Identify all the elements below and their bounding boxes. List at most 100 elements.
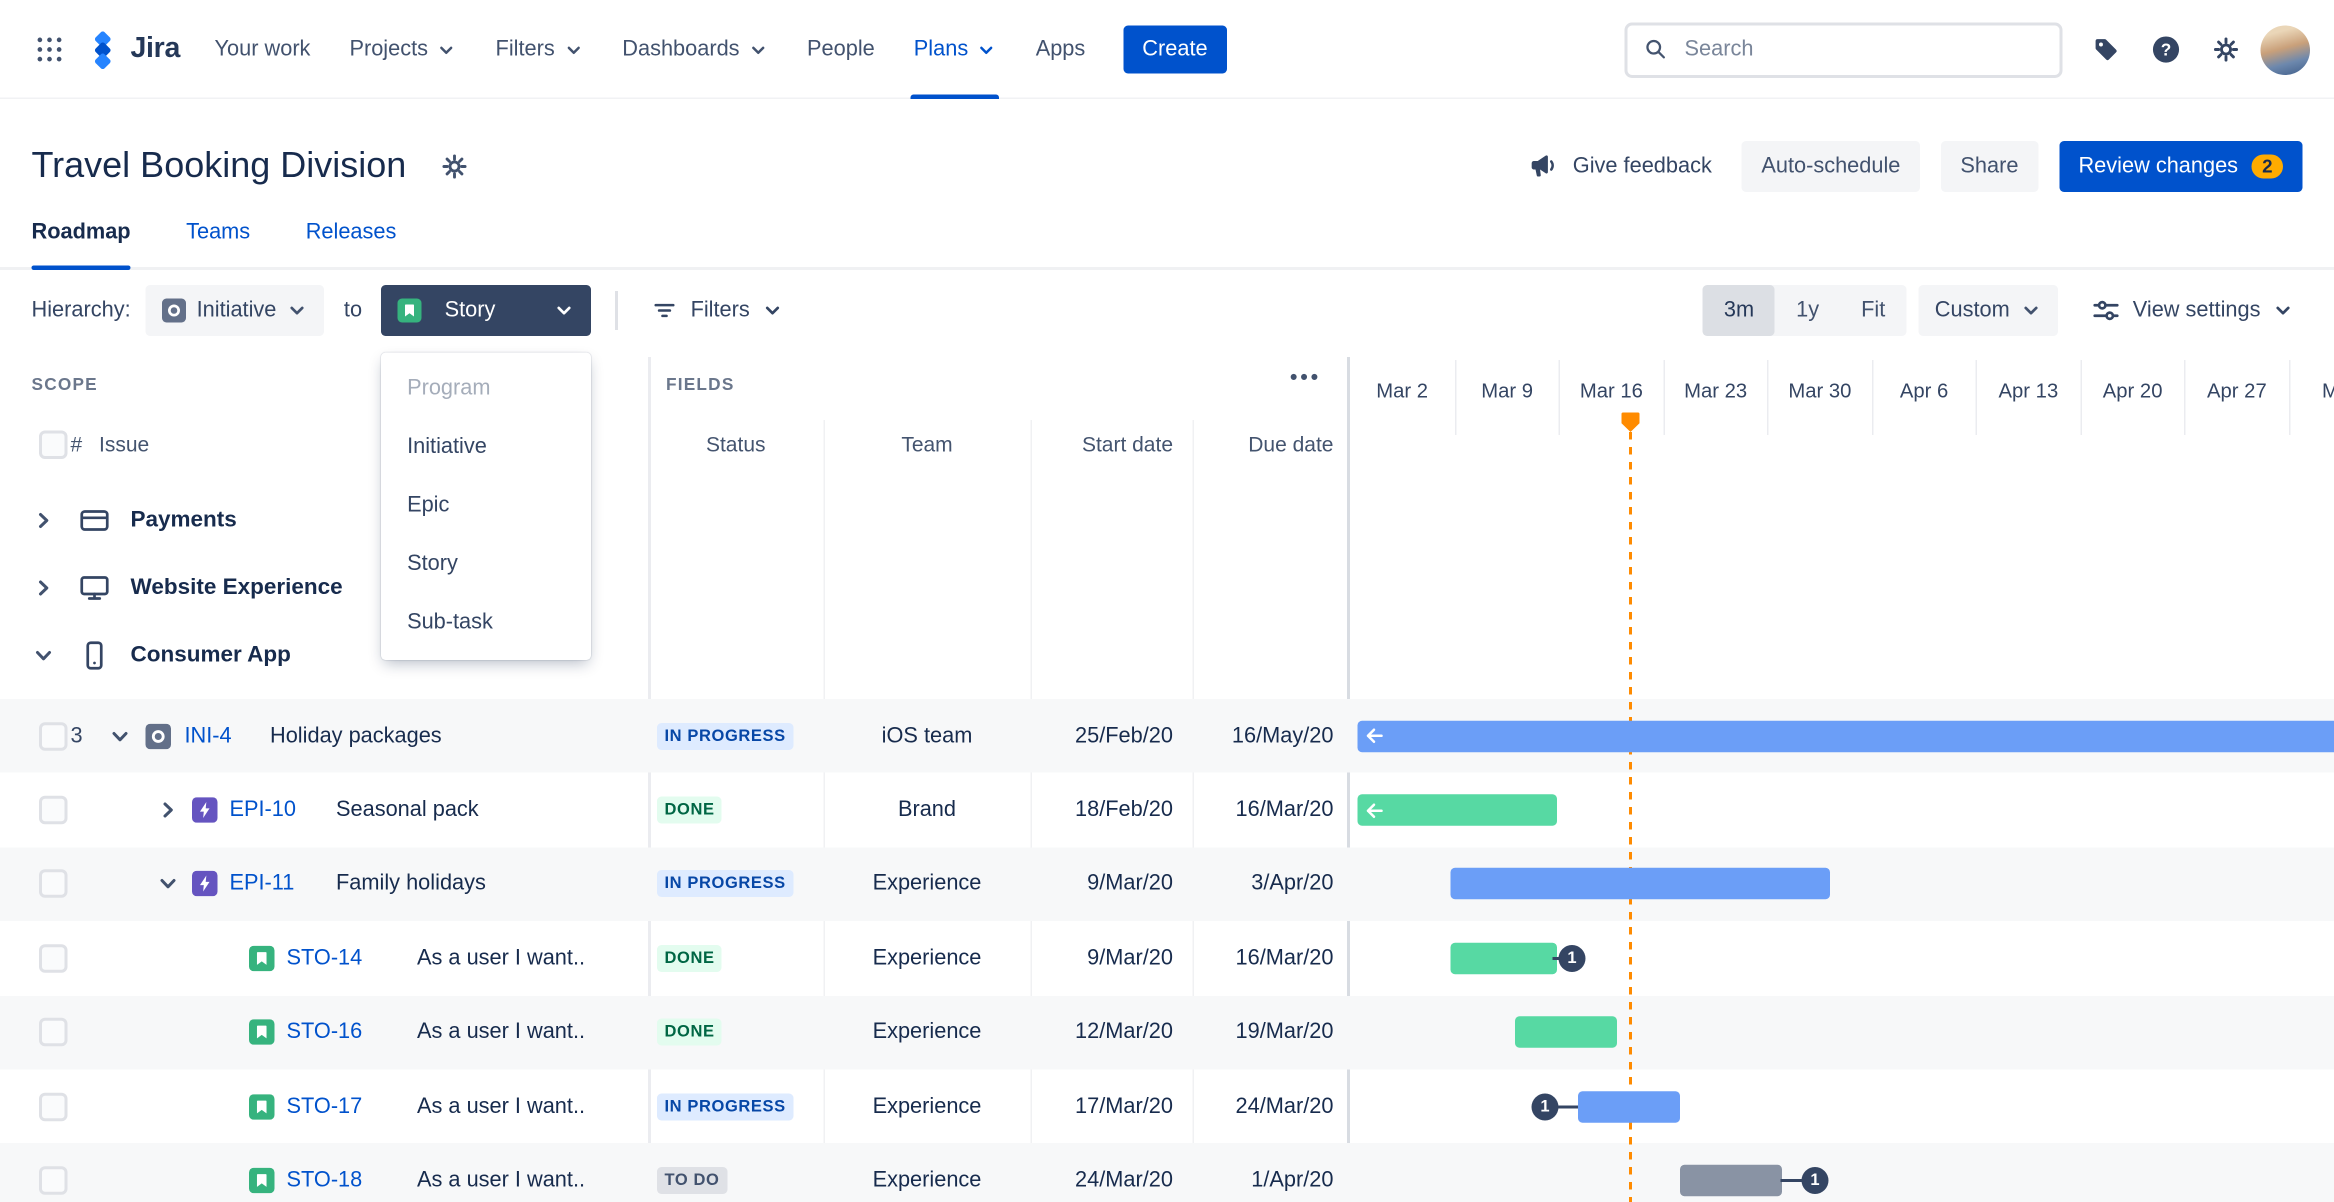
issue-key-link[interactable]: INI-4	[185, 724, 232, 748]
team-cell[interactable]: iOS team	[824, 699, 1031, 773]
zoom-option-3m[interactable]: 3m	[1702, 284, 1776, 336]
timeline-bar[interactable]	[1450, 868, 1830, 900]
plan-header: Travel Booking Division Give feedback Au…	[0, 134, 2334, 200]
status-badge[interactable]: IN PROGRESS	[657, 1092, 794, 1120]
issue-key-link[interactable]: STO-16	[287, 1020, 363, 1044]
status-badge[interactable]: DONE	[657, 944, 723, 972]
issue-key-link[interactable]: STO-18	[287, 1169, 363, 1193]
due-date-cell[interactable]: 1/Apr/20	[1193, 1144, 1351, 1202]
start-date-cell[interactable]: 25/Feb/20	[1031, 699, 1193, 773]
row-checkbox[interactable]	[39, 869, 68, 899]
nav-item-projects[interactable]: Projects	[330, 0, 476, 99]
start-date-cell[interactable]: 12/Mar/20	[1031, 995, 1193, 1069]
team-cell[interactable]: Experience	[824, 921, 1031, 995]
status-badge[interactable]: TO DO	[657, 1167, 727, 1195]
start-date-cell[interactable]: 18/Feb/20	[1031, 773, 1193, 847]
scope-cell: STO-16 As a user I want..	[0, 995, 648, 1069]
roadmap-grid: SCOPE FIELDS ••• Mar 2 Mar 9 Mar 16 Mar …	[0, 351, 2334, 1202]
jira-logo[interactable]: Jira	[84, 30, 180, 69]
avatar[interactable]	[2260, 24, 2310, 75]
dropdown-item-subtask[interactable]: Sub-task	[382, 593, 592, 652]
start-date-cell[interactable]: 17/Mar/20	[1031, 1069, 1193, 1143]
team-cell[interactable]: Experience	[824, 1144, 1031, 1202]
row-checkbox[interactable]	[39, 944, 68, 973]
app-switcher-button[interactable]	[24, 24, 75, 75]
chevron-down-icon[interactable]	[156, 872, 180, 896]
bar-count-badge[interactable]: 1	[1531, 1092, 1559, 1120]
custom-range-dropdown[interactable]: Custom	[1918, 284, 2058, 336]
dropdown-item-story[interactable]: Story	[382, 535, 592, 594]
due-date-cell[interactable]: 3/Apr/20	[1193, 847, 1351, 921]
view-settings-button[interactable]: View settings	[2082, 284, 2303, 335]
help-button[interactable]: ?	[2141, 24, 2192, 75]
tab-releases[interactable]: Releases	[306, 221, 397, 268]
status-cell: DONE	[648, 995, 824, 1069]
chevron-down-icon[interactable]	[32, 643, 56, 667]
issue-key-link[interactable]: STO-17	[287, 1094, 363, 1118]
team-cell[interactable]: Experience	[824, 1069, 1031, 1143]
dropdown-item-initiative[interactable]: Initiative	[382, 418, 592, 477]
search-input[interactable]	[1681, 36, 2045, 63]
timeline-bar[interactable]	[1515, 1016, 1617, 1049]
fields-more-button[interactable]: •••	[1281, 363, 1330, 390]
start-date-cell[interactable]: 9/Mar/20	[1031, 847, 1193, 921]
give-feedback-button[interactable]: Give feedback	[1517, 149, 1721, 185]
team-cell[interactable]: Experience	[824, 847, 1031, 921]
issue-key-link[interactable]: STO-14	[287, 946, 363, 970]
timeline-bar[interactable]	[1357, 794, 1557, 826]
chevron-right-icon[interactable]	[32, 508, 56, 532]
bar-count-badge[interactable]: 1	[1558, 944, 1586, 972]
issue-key-link[interactable]: EPI-11	[230, 872, 295, 896]
zoom-option-1y[interactable]: 1y	[1775, 284, 1840, 335]
nav-item-dashboards[interactable]: Dashboards	[603, 0, 788, 99]
status-badge[interactable]: DONE	[657, 796, 723, 824]
hierarchy-to-text: to	[343, 297, 363, 322]
start-date-cell[interactable]: 9/Mar/20	[1031, 921, 1193, 995]
due-date-cell[interactable]: 19/Mar/20	[1193, 995, 1351, 1069]
start-date-cell[interactable]: 24/Mar/20	[1031, 1144, 1193, 1202]
chevron-right-icon[interactable]	[32, 575, 56, 599]
hierarchy-from-dropdown[interactable]: Initiative	[145, 284, 325, 336]
tag-button[interactable]	[2081, 24, 2132, 75]
row-checkbox[interactable]	[39, 1092, 68, 1121]
nav-item-filters[interactable]: Filters	[476, 0, 603, 99]
timeline-bar[interactable]	[1450, 942, 1557, 975]
row-checkbox[interactable]	[39, 721, 68, 751]
zoom-option-fit[interactable]: Fit	[1840, 284, 1906, 335]
chevron-down-icon[interactable]	[108, 724, 132, 748]
status-badge[interactable]: IN PROGRESS	[657, 870, 794, 898]
nav-item-apps[interactable]: Apps	[1016, 0, 1105, 99]
due-date-cell[interactable]: 16/Mar/20	[1193, 773, 1351, 847]
issue-key-link[interactable]: EPI-10	[230, 798, 297, 822]
filters-button[interactable]: Filters	[643, 284, 792, 335]
review-changes-button[interactable]: Review changes 2	[2058, 141, 2303, 192]
due-date-cell[interactable]: 16/May/20	[1193, 699, 1351, 773]
due-date-cell[interactable]: 16/Mar/20	[1193, 921, 1351, 995]
status-badge[interactable]: DONE	[657, 1018, 723, 1046]
nav-item-people[interactable]: People	[788, 0, 895, 99]
timeline-bar[interactable]	[1578, 1090, 1680, 1123]
tab-teams[interactable]: Teams	[186, 221, 250, 268]
row-checkbox[interactable]	[39, 795, 68, 825]
nav-item-plans[interactable]: Plans	[894, 0, 1016, 99]
tab-roadmap[interactable]: Roadmap	[31, 221, 131, 270]
timeline-bar[interactable]	[1357, 720, 2334, 752]
status-badge[interactable]: IN PROGRESS	[657, 722, 794, 750]
bar-count-badge[interactable]: 1	[1801, 1167, 1829, 1195]
nav-item-your-work[interactable]: Your work	[195, 0, 330, 99]
select-all-checkbox[interactable]	[39, 430, 68, 459]
create-button[interactable]: Create	[1122, 25, 1228, 74]
row-checkbox[interactable]	[39, 1018, 68, 1047]
share-button[interactable]: Share	[1940, 141, 2038, 192]
auto-schedule-button[interactable]: Auto-schedule	[1741, 141, 1920, 192]
chevron-right-icon[interactable]	[156, 798, 180, 822]
settings-button[interactable]	[2201, 24, 2252, 75]
due-date-cell[interactable]: 24/Mar/20	[1193, 1069, 1351, 1143]
row-checkbox[interactable]	[39, 1166, 68, 1195]
hierarchy-to-dropdown[interactable]: Story	[381, 284, 592, 336]
team-cell[interactable]: Experience	[824, 995, 1031, 1069]
timeline-bar[interactable]	[1680, 1164, 1782, 1197]
plan-settings-button[interactable]	[429, 141, 480, 192]
dropdown-item-epic[interactable]: Epic	[382, 476, 592, 535]
team-cell[interactable]: Brand	[824, 773, 1031, 847]
